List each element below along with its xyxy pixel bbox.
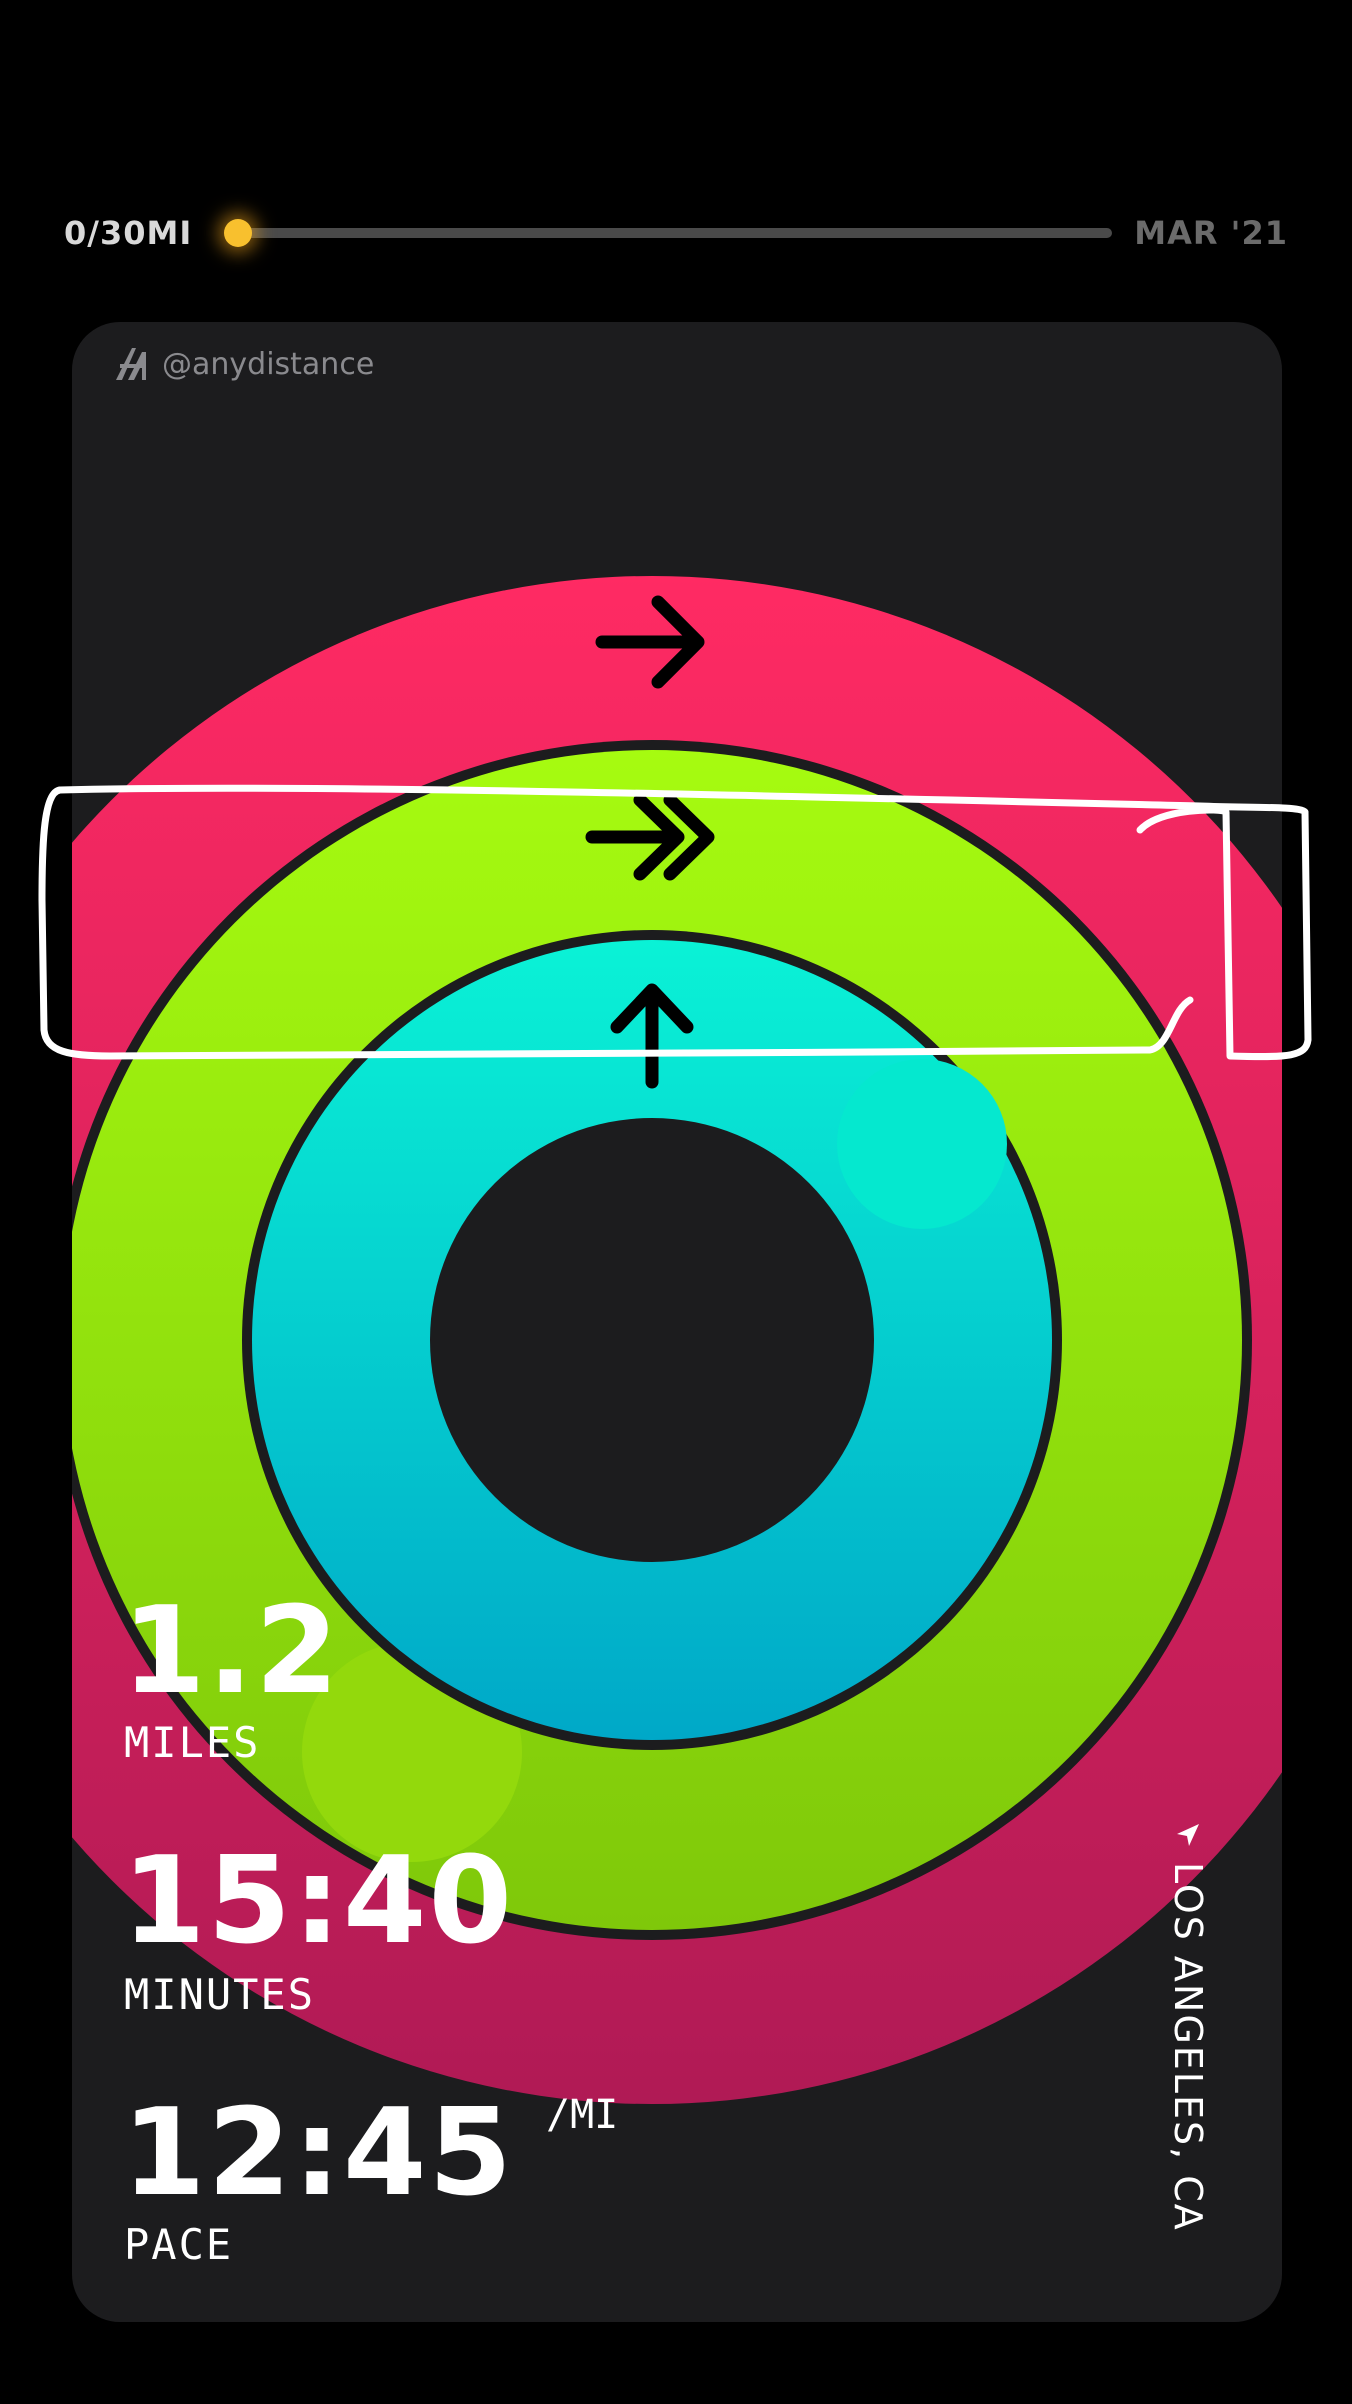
minutes-label: MINUTES bbox=[124, 1970, 316, 2019]
progress-track[interactable] bbox=[232, 228, 1112, 238]
pace-value: 12:45 bbox=[122, 2084, 514, 2223]
brand-handle: @anydistance bbox=[162, 346, 375, 382]
stand-ring-cap bbox=[837, 1059, 1007, 1229]
activity-rings bbox=[72, 576, 1282, 2104]
activity-card: @anydistance 1.2 MILES 15:40 MINUTES 12:… bbox=[72, 322, 1282, 2322]
location-arrow-icon bbox=[1177, 1824, 1199, 1846]
pace-unit: /MI bbox=[546, 2092, 619, 2138]
progress-month-label: MAR '21 bbox=[1134, 214, 1288, 252]
distance-goal-label: 0/30MI bbox=[64, 214, 193, 252]
progress-knob[interactable] bbox=[224, 219, 252, 247]
miles-label: MILES bbox=[124, 1718, 261, 1767]
location-text: LOS ANGELES, CA bbox=[1166, 1862, 1210, 2232]
minutes-value: 15:40 bbox=[122, 1832, 514, 1971]
pace-label: PACE bbox=[124, 2220, 234, 2269]
brand-watermark: @anydistance bbox=[112, 346, 374, 382]
miles-value: 1.2 bbox=[122, 1582, 341, 1721]
activity-share-screen: 0/30MI MAR '21 @anydistance 1.2 MILES 15… bbox=[0, 0, 1352, 2404]
anydistance-logo-icon bbox=[116, 348, 146, 380]
location-label: LOS ANGELES, CA bbox=[1166, 1822, 1210, 2232]
